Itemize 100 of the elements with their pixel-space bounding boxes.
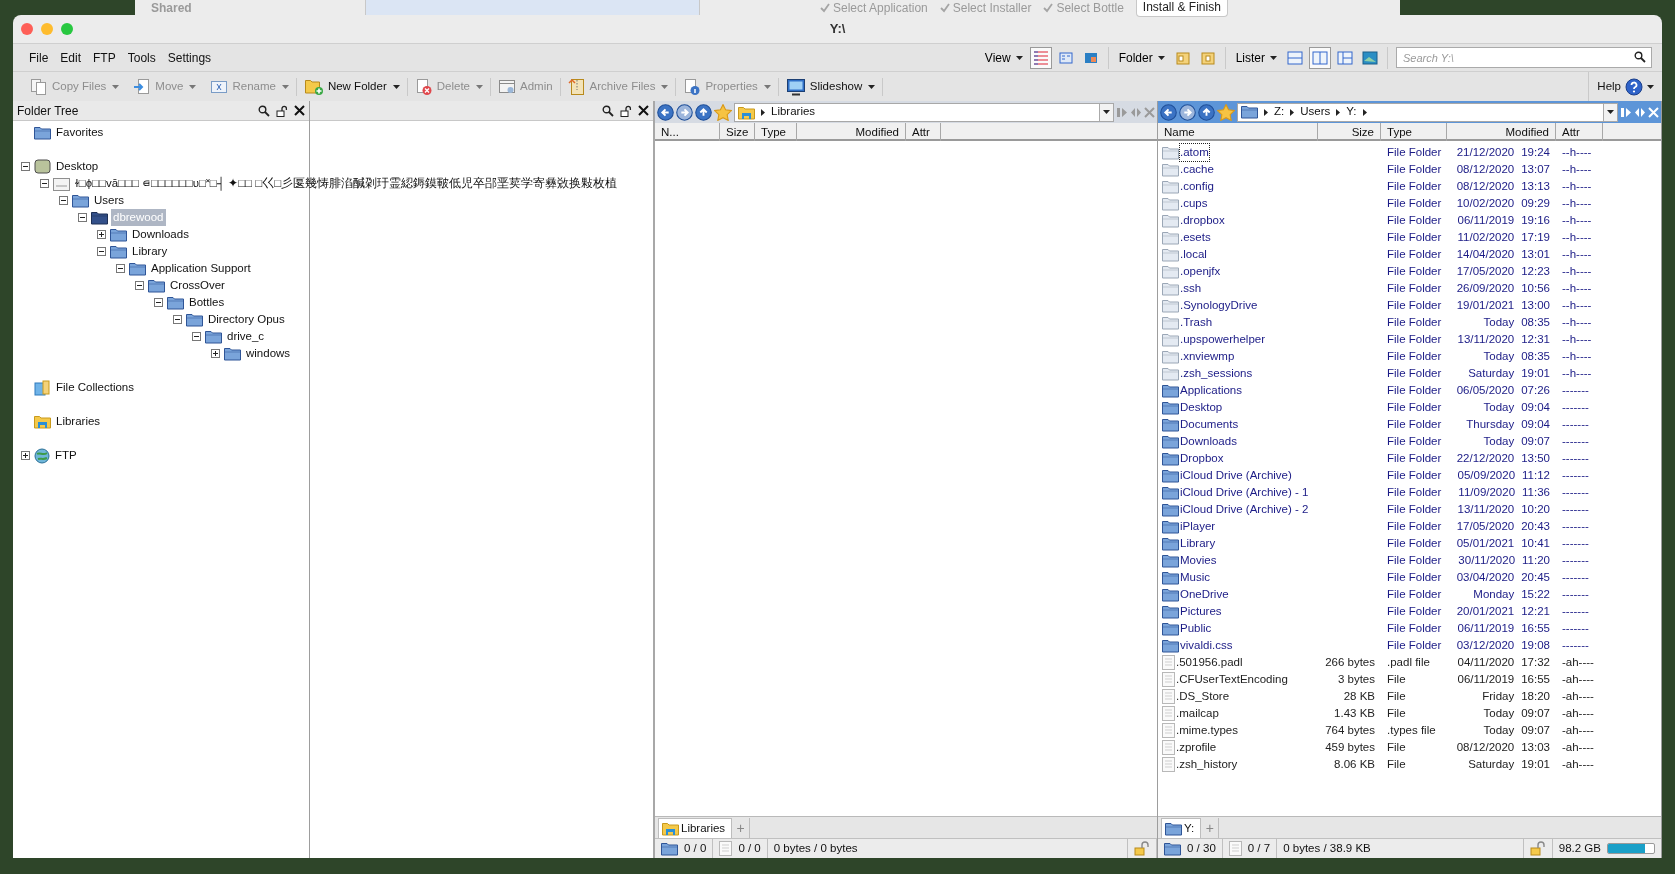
- menu-item[interactable]: Settings: [161, 48, 218, 67]
- expand-icon[interactable]: [211, 349, 220, 358]
- column-header[interactable]: Size: [1318, 123, 1381, 142]
- star-icon[interactable]: [714, 103, 732, 121]
- path-segment[interactable]: Z:: [1274, 103, 1285, 121]
- search-icon[interactable]: [602, 104, 614, 117]
- tree-item[interactable]: Libraries: [54, 412, 103, 431]
- padlock-icon[interactable]: [1529, 841, 1546, 856]
- toolbar-button[interactable]: Slideshow: [785, 77, 863, 96]
- file-name[interactable]: .openjfx: [1180, 263, 1221, 281]
- file-name[interactable]: .zsh_history: [1176, 756, 1238, 774]
- file-name[interactable]: .cups: [1180, 195, 1208, 213]
- path-segment[interactable]: Users: [1300, 103, 1331, 121]
- file-name[interactable]: .SynologyDrive: [1180, 297, 1258, 315]
- file-name[interactable]: .zsh_sessions: [1180, 365, 1253, 383]
- collapse-icon[interactable]: [154, 298, 163, 307]
- up-button[interactable]: [1198, 103, 1215, 121]
- tree-item[interactable]: Desktop: [54, 157, 101, 176]
- file-name[interactable]: Pictures: [1180, 603, 1222, 621]
- caret-icon[interactable]: [392, 84, 400, 89]
- layout-button[interactable]: [1029, 46, 1052, 69]
- lister-tab[interactable]: Libraries: [658, 818, 733, 838]
- file-name[interactable]: Library: [1180, 535, 1216, 553]
- file-name[interactable]: .xnviewmp: [1180, 348, 1235, 366]
- dropdown-button[interactable]: [1099, 103, 1113, 121]
- column-header[interactable]: Attr: [906, 123, 941, 142]
- file-name[interactable]: Music: [1180, 569, 1211, 587]
- tree-item[interactable]: windows: [244, 344, 293, 363]
- collapse-icon[interactable]: [40, 179, 49, 188]
- file-name[interactable]: Movies: [1180, 552, 1217, 570]
- file-name[interactable]: .CFUserTextEncoding: [1176, 671, 1288, 689]
- star-icon[interactable]: [1217, 103, 1235, 121]
- swap-icon[interactable]: [1634, 106, 1646, 118]
- menu-item[interactable]: Tools: [121, 48, 162, 67]
- file-name[interactable]: iCloud Drive (Archive): [1180, 467, 1292, 485]
- menu-dropdown[interactable]: Lister: [1231, 48, 1281, 67]
- setup-step[interactable]: Install & Finish: [1135, 0, 1228, 17]
- file-name[interactable]: Dropbox: [1180, 450, 1224, 468]
- forward-button[interactable]: [676, 103, 693, 121]
- close-window-button[interactable]: [21, 23, 33, 35]
- close-icon[interactable]: [294, 105, 305, 116]
- file-name[interactable]: .cache: [1180, 161, 1214, 179]
- up-button[interactable]: [695, 103, 712, 121]
- collapse-icon[interactable]: [59, 196, 68, 205]
- caret-icon[interactable]: [868, 84, 876, 89]
- collapse-icon[interactable]: [78, 213, 87, 222]
- search-icon[interactable]: [258, 104, 270, 117]
- back-button[interactable]: [657, 103, 674, 121]
- file-name[interactable]: .Trash: [1180, 314, 1213, 332]
- tree-item[interactable]: File Collections: [54, 378, 136, 397]
- menu-item[interactable]: Edit: [54, 48, 88, 67]
- expand-icon[interactable]: [97, 230, 106, 239]
- search-field[interactable]: Search Y:\: [1396, 47, 1652, 68]
- close-icon[interactable]: [638, 105, 649, 116]
- tree-item[interactable]: Bottles: [187, 293, 227, 312]
- column-header[interactable]: Modified: [797, 123, 906, 142]
- toolbar-button[interactable]: New Folder: [303, 77, 387, 96]
- column-header[interactable]: Modified: [1447, 123, 1556, 142]
- file-name[interactable]: .esets: [1180, 229, 1211, 247]
- file-name[interactable]: iCloud Drive (Archive) - 1: [1180, 484, 1309, 502]
- file-name[interactable]: OneDrive: [1180, 586, 1229, 604]
- lister-tab[interactable]: Y:: [1161, 818, 1202, 838]
- file-name[interactable]: .mime.types: [1176, 722, 1238, 740]
- lock-icon[interactable]: [620, 104, 632, 117]
- layout-button[interactable]: [1309, 46, 1331, 69]
- forward-button[interactable]: [1179, 103, 1196, 121]
- file-name[interactable]: .atom: [1180, 144, 1209, 162]
- file-name[interactable]: .DS_Store: [1176, 688, 1230, 706]
- path-field[interactable]: Z: Users Y:: [1237, 102, 1618, 122]
- menu-dropdown[interactable]: View: [980, 48, 1027, 67]
- tree-item[interactable]: Downloads: [130, 225, 191, 244]
- collapse-icon[interactable]: [97, 247, 106, 256]
- file-name[interactable]: .zprofile: [1176, 739, 1217, 757]
- file-name[interactable]: Documents: [1180, 416, 1239, 434]
- path-segment[interactable]: Y:: [1346, 103, 1357, 121]
- column-header[interactable]: Name: [1158, 123, 1318, 142]
- file-name[interactable]: .local: [1180, 246, 1207, 264]
- menu-item[interactable]: File: [23, 48, 55, 67]
- file-name[interactable]: iPlayer: [1180, 518, 1216, 536]
- menu-dropdown[interactable]: Folder: [1114, 48, 1169, 67]
- column-header[interactable]: Type: [1381, 123, 1447, 142]
- file-name[interactable]: Desktop: [1180, 399, 1223, 417]
- tree-item[interactable]: FTP: [53, 446, 79, 465]
- tree-item[interactable]: CrossOver: [168, 276, 227, 295]
- split-icon[interactable]: [1620, 106, 1632, 118]
- lock-icon[interactable]: [276, 104, 288, 117]
- file-name[interactable]: Applications: [1180, 382, 1242, 400]
- file-name[interactable]: iCloud Drive (Archive) - 2: [1180, 501, 1309, 519]
- search-icon[interactable]: [1634, 51, 1646, 63]
- file-name[interactable]: vivaldi.css: [1180, 637, 1233, 655]
- back-button[interactable]: [1160, 103, 1177, 121]
- tree-item[interactable]: Favorites: [54, 123, 106, 142]
- tree-item[interactable]: drive_c: [225, 327, 267, 346]
- column-header[interactable]: Size: [720, 123, 755, 142]
- column-header[interactable]: N...: [655, 123, 720, 142]
- tree-item[interactable]: Directory Opus: [206, 310, 287, 329]
- collapse-icon[interactable]: [173, 315, 182, 324]
- file-name[interactable]: .upspowerhelper: [1180, 331, 1266, 349]
- collapse-icon[interactable]: [192, 332, 201, 341]
- path-segment[interactable]: Libraries: [771, 103, 816, 121]
